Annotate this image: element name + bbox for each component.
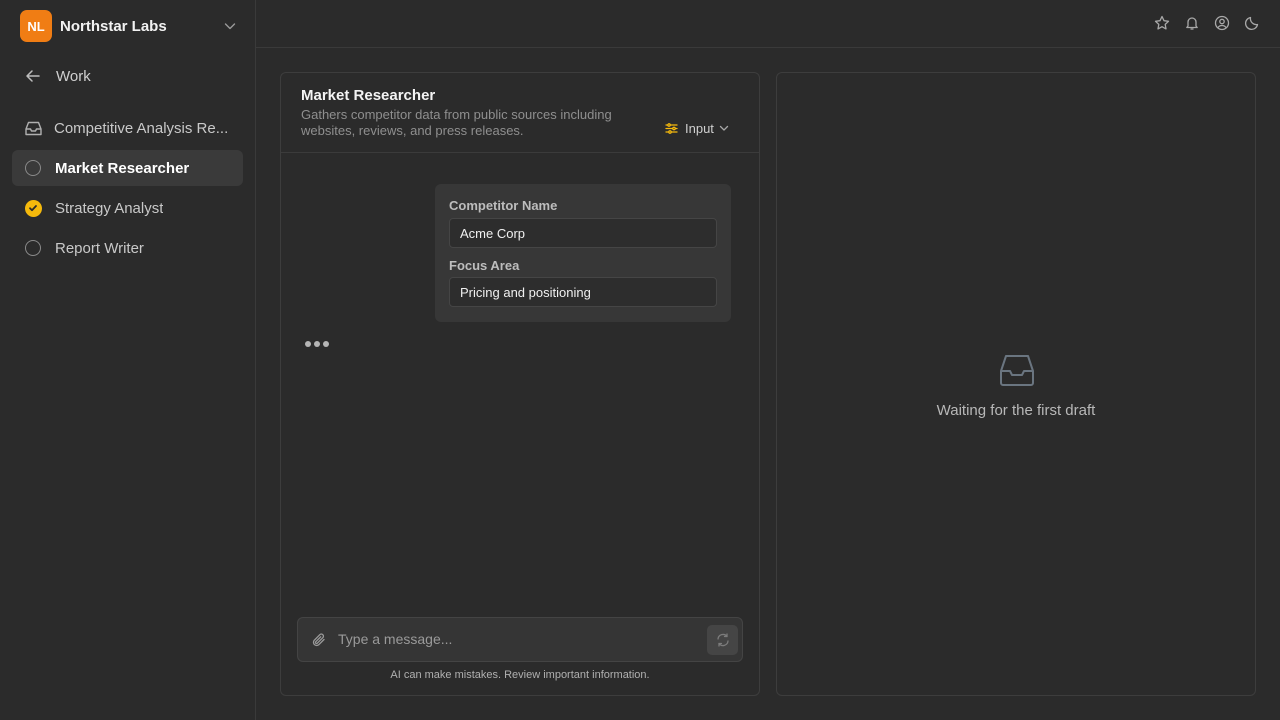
input-form-card: Competitor Name Acme Corp Focus Area Pri… xyxy=(435,184,731,322)
paperclip-icon[interactable] xyxy=(311,632,327,648)
org-name: Northstar Labs xyxy=(60,17,167,35)
sliders-icon xyxy=(665,122,678,134)
message-composer: Type a message... xyxy=(297,617,743,662)
chat-header: Market Researcher Gathers competitor dat… xyxy=(281,73,759,153)
chat-panel: Market Researcher Gathers competitor dat… xyxy=(280,72,760,696)
bell-icon[interactable] xyxy=(1184,15,1200,31)
competitor-name-field[interactable]: Acme Corp xyxy=(449,218,717,248)
sidebar-item-label: Market Researcher xyxy=(55,159,190,177)
send-button[interactable] xyxy=(707,625,738,655)
arrow-left-icon xyxy=(26,70,40,82)
sidebar-item-strategy-analyst[interactable]: Strategy Analyst xyxy=(12,190,243,226)
field-label-focus-area: Focus Area xyxy=(449,258,520,273)
mode-label: Input xyxy=(685,120,714,136)
message-input[interactable]: Type a message... xyxy=(338,631,452,647)
chevron-down-icon xyxy=(719,125,729,131)
sidebar-nav: Competitive Analysis Re... Market Resear… xyxy=(12,110,243,270)
agent-description: Gathers competitor data from public sour… xyxy=(301,107,612,138)
draft-panel: Waiting for the first draft xyxy=(776,72,1256,696)
org-switcher[interactable]: NL Northstar Labs xyxy=(20,10,240,42)
mode-dropdown[interactable]: Input xyxy=(665,119,730,137)
typing-indicator xyxy=(305,341,329,347)
empty-state-text: Waiting for the first draft xyxy=(936,402,1096,419)
sidebar-item-market-researcher[interactable]: Market Researcher xyxy=(12,150,243,186)
inbox-icon xyxy=(24,119,42,137)
chevron-down-icon xyxy=(224,23,236,30)
refresh-icon xyxy=(716,633,729,647)
ai-disclaimer: AI can make mistakes. Review important i… xyxy=(390,669,650,681)
status-done-icon xyxy=(24,199,42,217)
star-icon[interactable] xyxy=(1154,15,1170,31)
sidebar: NL Northstar Labs Work Competitive Analy… xyxy=(0,0,256,720)
sidebar-item-label: Strategy Analyst xyxy=(55,199,164,217)
org-logo: NL xyxy=(20,10,52,42)
back-to-work-link[interactable]: Work xyxy=(24,64,224,88)
top-bar xyxy=(256,0,1280,48)
sidebar-item-label: Competitive Analysis Re... xyxy=(54,119,229,137)
agent-title: Market Researcher xyxy=(301,87,436,104)
status-pending-icon xyxy=(24,239,42,257)
field-label-competitor-name: Competitor Name xyxy=(449,198,558,213)
back-label: Work xyxy=(56,67,91,85)
focus-area-field[interactable]: Pricing and positioning xyxy=(449,277,717,307)
sidebar-item-label: Report Writer xyxy=(55,239,144,257)
moon-icon[interactable] xyxy=(1244,15,1260,31)
status-pending-icon xyxy=(24,159,42,177)
inbox-icon xyxy=(1000,355,1034,386)
sidebar-item-project[interactable]: Competitive Analysis Re... xyxy=(12,110,243,146)
sidebar-item-report-writer[interactable]: Report Writer xyxy=(12,230,243,266)
user-circle-icon[interactable] xyxy=(1214,15,1230,31)
